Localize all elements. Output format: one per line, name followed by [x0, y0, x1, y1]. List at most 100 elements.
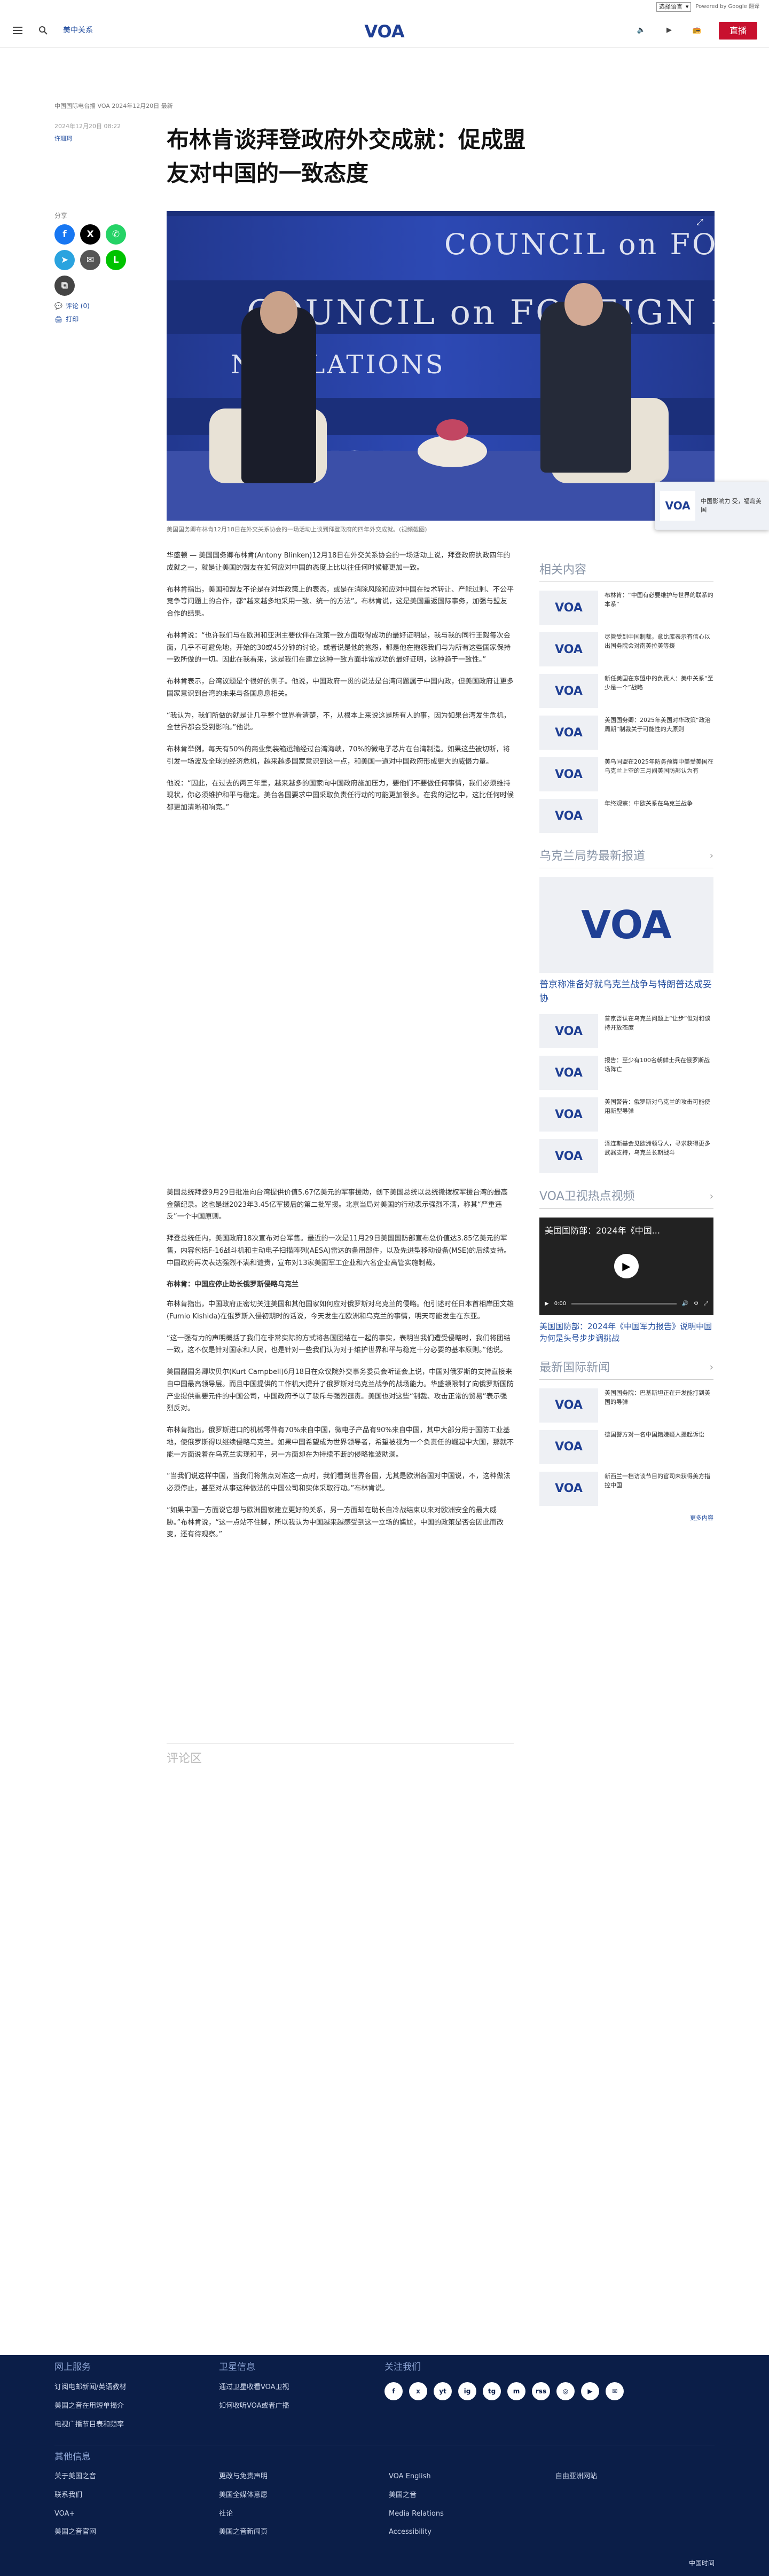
hero-image[interactable]: COUNCIL on FOREIGN COUNCIL on FOREIGN RE…: [167, 211, 715, 521]
list-item[interactable]: VOA 美国国务卿：2025年美国对华政策“政治周期”制裁关于可能性的大原则: [539, 716, 713, 750]
comments-link[interactable]: 💬 评论 (0): [54, 301, 140, 311]
list-item[interactable]: VOA 布林肯：“中国有必要维护与世界的联系的本系”: [539, 591, 713, 625]
video-heading[interactable]: VOA卫视热点视频 ›: [539, 1187, 713, 1209]
list-item[interactable]: VOA 新任美国在东盟中的负责人：美中关系“至少是一个”战略: [539, 674, 713, 709]
youtube-icon[interactable]: yt: [434, 2382, 452, 2401]
list-item[interactable]: VOA 德国警方对一名中国籍嫌疑人提起诉讼: [539, 1430, 713, 1464]
email-icon[interactable]: ✉: [606, 2382, 624, 2401]
list-item[interactable]: VOA 美乌同盟在2025年防务预算中美受美国在乌克兰上空的三月间美国防部认为有: [539, 757, 713, 792]
thumbnail: VOA: [539, 1471, 598, 1506]
footer-link[interactable]: 电视广播节目表和频率: [54, 2420, 126, 2431]
list-item[interactable]: VOA 美国国务院：巴基斯坦正在开发能打到美国的导弹: [539, 1388, 713, 1423]
list-item[interactable]: VOA 普京否认在乌克兰问题上“让步”但对和谈持开放态度: [539, 1014, 713, 1049]
voa-logo[interactable]: VOA: [359, 19, 410, 43]
whatsapp-icon[interactable]: ✆: [106, 224, 126, 245]
settings-icon[interactable]: ⚙: [694, 1300, 699, 1308]
radio-icon[interactable]: 📻: [691, 25, 703, 37]
menu-icon[interactable]: [12, 25, 23, 36]
list-item-title: 报告：至少有100名朝鲜士兵在俄罗斯战场阵亡: [605, 1057, 710, 1073]
footer-satellite: 卫星信息 通过卫星收看VOA卫视 如何收听VOA或者广播: [219, 2360, 289, 2420]
footer-link[interactable]: 美国之音在用短单揭介: [54, 2401, 126, 2412]
site-header: 美中关系 VOA 🔈 ▶ 📻 直播: [0, 14, 769, 48]
facebook-icon[interactable]: f: [384, 2382, 403, 2401]
more-link[interactable]: 更多内容: [539, 1513, 713, 1523]
related-heading-label: 相关内容: [539, 563, 587, 577]
featured-title[interactable]: 普京称准备好就乌克兰战争与特朗普达成妥协: [539, 978, 713, 1006]
footer-link[interactable]: 美国全媒体意愿: [219, 2490, 268, 2501]
list-item-title: 美国国务院：巴基斯坦正在开发能打到美国的导弹: [605, 1389, 710, 1405]
footer-link[interactable]: 订阅电邮新闻/英语教材: [54, 2382, 126, 2393]
footer-link[interactable]: 关于美国之音: [54, 2471, 96, 2483]
expand-icon[interactable]: ⤢: [696, 215, 708, 227]
footer-link[interactable]: 自由亚洲网站: [555, 2471, 597, 2483]
list-item[interactable]: VOA 尽管受到中国制裁，意比库表示有信心以出国务院会对南美拉美等援: [539, 632, 713, 667]
featured-thumbnail[interactable]: VOA: [539, 877, 713, 973]
print-link[interactable]: 🖨 打印: [54, 315, 140, 325]
footer-link[interactable]: VOA+: [54, 2509, 96, 2520]
language-select[interactable]: 选择语言 ▾: [656, 2, 692, 12]
fullscreen-icon[interactable]: ⤢: [704, 1300, 708, 1308]
latest-heading-label: 最新国际新闻: [539, 1361, 610, 1375]
chevron-right-icon: ›: [709, 1361, 713, 1373]
video-caption[interactable]: 美国国防部：2024年《中国军力报告》说明中国为何是头号步步调挑战: [539, 1321, 713, 1345]
x-icon[interactable]: X: [80, 224, 100, 245]
paragraph: “这一强有力的声明概括了我们在非常实际的方式将各国团结在一起的事实，表明当我们遭…: [167, 1334, 511, 1355]
footer-link[interactable]: Accessibility: [389, 2527, 444, 2538]
podcast-icon[interactable]: ◎: [556, 2382, 575, 2401]
telegram-icon[interactable]: ➤: [54, 250, 75, 271]
ukraine-heading[interactable]: 乌克兰局势最新报道 ›: [539, 847, 713, 869]
footer-links-a: 关于美国之音 联系我们 VOA+ 美国之音官网: [54, 2471, 96, 2546]
email-icon[interactable]: ✉: [80, 250, 100, 271]
search-icon[interactable]: [37, 25, 49, 36]
paragraph: 布林肯指出，美国和盟友不论是在对华政策上的表态，或是在消除风险和应对中国在技术转…: [167, 585, 514, 618]
paragraph: “我认为，我们所做的就是让几乎整个世界看清楚，不，从根本上来说这是所有人的事，因…: [167, 711, 511, 732]
live-button[interactable]: 直播: [718, 21, 757, 40]
play-icon[interactable]: ▶: [614, 1254, 639, 1279]
footer-link[interactable]: 更改与免责声明: [219, 2471, 268, 2483]
footer-link[interactable]: 美国之音新闻页: [219, 2527, 268, 2538]
list-item[interactable]: VOA 泽连斯基会见欧洲领导人，寻求获得更多武器支持，乌克兰长期战斗: [539, 1139, 713, 1174]
volume-icon[interactable]: 🔊: [682, 1300, 688, 1308]
list-item[interactable]: VOA 美国警告：俄罗斯对乌克兰的攻击可能使用新型导弹: [539, 1097, 713, 1132]
footer-heading: 关注我们: [384, 2362, 421, 2373]
video-icon[interactable]: ▶: [663, 25, 675, 37]
telegram-icon[interactable]: tg: [483, 2382, 501, 2401]
video-icon[interactable]: ▶: [581, 2382, 599, 2401]
footer-link[interactable]: 联系我们: [54, 2490, 96, 2501]
copy-link-icon[interactable]: ⧉: [54, 276, 75, 296]
footer-links-d: 自由亚洲网站: [555, 2471, 597, 2490]
footer-link[interactable]: 美国之音: [389, 2490, 444, 2501]
paragraph: “如果中国一方面说它想与欧洲国家建立更好的关系，另一方面却在助长自冷战结束以来对…: [167, 1506, 504, 1539]
audio-icon[interactable]: 🔈: [635, 25, 647, 37]
footer-link[interactable]: 社论: [219, 2509, 268, 2520]
footer-link[interactable]: Media Relations: [389, 2509, 444, 2520]
facebook-icon[interactable]: f: [54, 224, 75, 245]
footer-link[interactable]: 通过卫星收看VOA卫视: [219, 2382, 289, 2393]
list-item[interactable]: VOA 报告：至少有100名朝鲜士兵在俄罗斯战场阵亡: [539, 1056, 713, 1090]
line-icon[interactable]: L: [106, 250, 126, 271]
rss-icon[interactable]: rss: [532, 2382, 550, 2401]
list-item-title: 布林肯：“中国有必要维护与世界的联系的本系”: [605, 592, 713, 608]
thumbnail: VOA: [539, 1097, 598, 1132]
footer-link[interactable]: VOA English: [389, 2471, 444, 2483]
ukraine-list: VOA 普京否认在乌克兰问题上“让步”但对和谈持开放态度 VOA 报告：至少有100…: [539, 1014, 713, 1174]
mastodon-icon[interactable]: m: [507, 2382, 525, 2401]
footer-link[interactable]: 美国之音官网: [54, 2527, 96, 2538]
video-scrubber[interactable]: [571, 1303, 677, 1305]
paragraph: 布林肯指出，俄罗斯进口的机械零件有70%来自中国，微电子产品有90%来自中国，其…: [167, 1426, 514, 1459]
floating-card-text: 中国影响力 受，福岛美国: [701, 497, 762, 514]
footer-link[interactable]: 如何收听VOA或者广播: [219, 2401, 289, 2412]
x-icon[interactable]: x: [409, 2382, 427, 2401]
footer-heading: 网上服务: [54, 2362, 91, 2373]
section-link[interactable]: 美中关系: [63, 25, 93, 36]
video-player[interactable]: 美国国防部：2024年《中国... ▶ ▶ 0:00 🔊 ⚙ ⤢: [539, 1217, 713, 1315]
instagram-icon[interactable]: ig: [458, 2382, 476, 2401]
floating-related-card[interactable]: VOA 中国影响力 受，福岛美国: [655, 482, 769, 530]
list-item-title: 新任美国在东盟中的负责人：美中关系“至少是一个”战略: [605, 675, 713, 692]
chevron-down-icon: ▾: [685, 3, 689, 11]
play-small-icon[interactable]: ▶: [545, 1300, 549, 1308]
list-item[interactable]: VOA 新西兰一档访谈节目的官司未获得美方指控中国: [539, 1471, 713, 1506]
list-item[interactable]: VOA 年终观察：中欧关系在乌克兰战争: [539, 799, 713, 834]
chevron-right-icon: ›: [709, 1190, 713, 1202]
latest-heading[interactable]: 最新国际新闻 ›: [539, 1358, 713, 1380]
